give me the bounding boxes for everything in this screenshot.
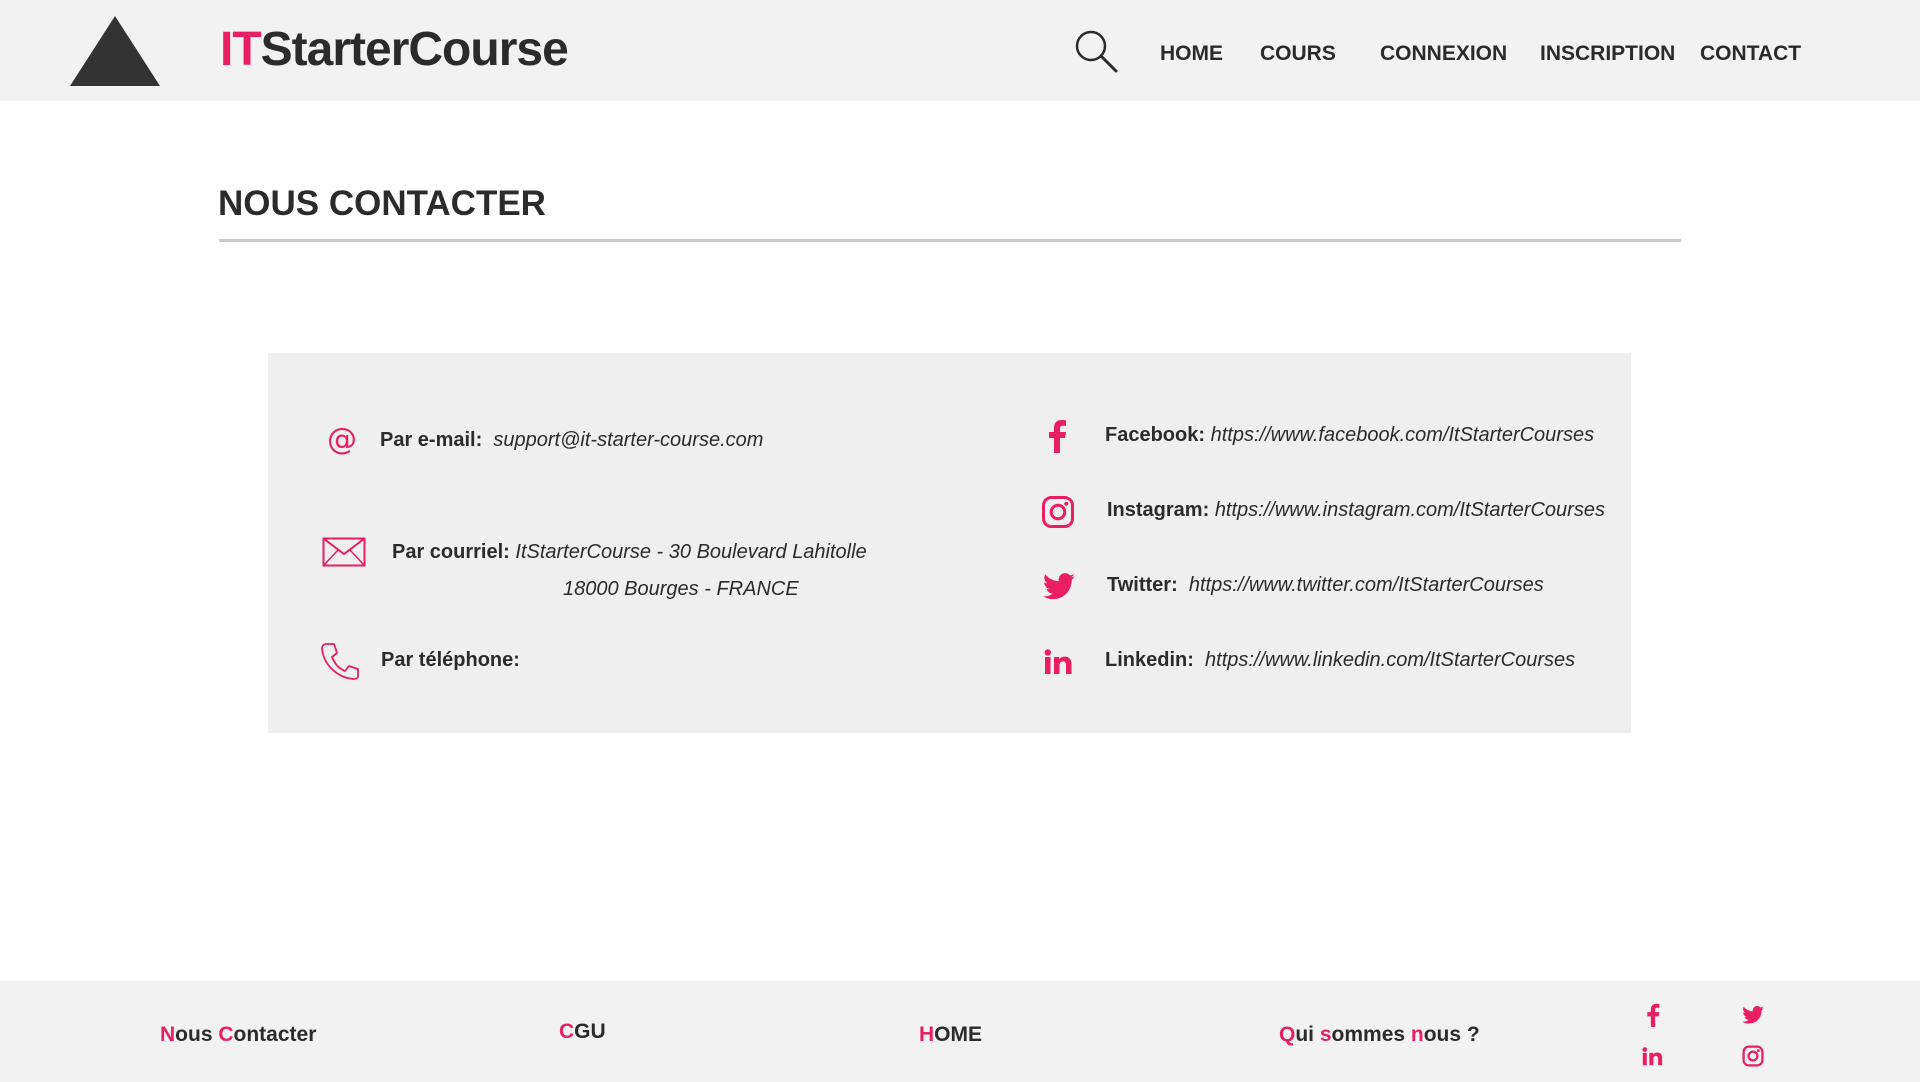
- site-header: ITStarterCourse HOME COURS CONNEXION INS…: [0, 0, 1920, 101]
- linkedin-link[interactable]: https://www.linkedin.com/ItStarterCourse…: [1205, 649, 1575, 671]
- site-footer: Nous Contacter CGU HOME Qui sommes nous …: [0, 981, 1920, 1082]
- footer-text: s: [1319, 1023, 1332, 1046]
- contact-mail-row: Par courriel: ItStarterCourse - 30 Boule…: [392, 541, 867, 564]
- at-icon: @: [327, 423, 357, 457]
- instagram-label: Instagram:: [1107, 499, 1210, 521]
- contact-twitter-row: Twitter: https://www.twitter.com/ItStart…: [1107, 574, 1544, 597]
- twitter-link[interactable]: https://www.twitter.com/ItStarterCourses: [1189, 574, 1544, 596]
- instagram-icon[interactable]: [1041, 495, 1075, 529]
- brand-prefix: IT: [220, 23, 262, 76]
- contact-mail-row-2: 18000 Bourges - FRANCE: [563, 578, 799, 601]
- footer-qui-sommes-nous-link[interactable]: Qui sommes nous ?: [1279, 1023, 1480, 1047]
- twitter-icon[interactable]: [1043, 573, 1075, 600]
- mail-address-line2: 18000 Bourges - FRANCE: [563, 578, 799, 600]
- email-value[interactable]: support@it-starter-course.com: [493, 429, 763, 451]
- page-title: NOUS CONTACTER: [218, 184, 546, 223]
- mail-address-line1: ItStarterCourse - 30 Boulevard Lahitolle: [515, 541, 867, 563]
- footer-facebook-icon[interactable]: [1645, 1003, 1661, 1027]
- contact-email-row: Par e-mail: support@it-starter-course.co…: [380, 429, 763, 452]
- footer-text: C: [559, 1020, 575, 1043]
- footer-home-link[interactable]: HOME: [919, 1023, 982, 1047]
- footer-text: ontacter: [233, 1023, 317, 1046]
- logo-triangle-icon[interactable]: [70, 16, 160, 86]
- email-label: Par e-mail:: [380, 429, 483, 451]
- contact-phone-row: Par téléphone:: [381, 649, 520, 672]
- footer-linkedin-icon[interactable]: [1642, 1047, 1664, 1066]
- twitter-label: Twitter:: [1107, 574, 1178, 596]
- brand-suffix: StarterCourse: [260, 23, 569, 76]
- search-icon[interactable]: [1073, 28, 1119, 74]
- instagram-link[interactable]: https://www.instagram.com/ItStarterCours…: [1215, 499, 1605, 521]
- nav-contact[interactable]: CONTACT: [1700, 42, 1801, 66]
- footer-twitter-icon[interactable]: [1742, 1006, 1764, 1024]
- contact-linkedin-row: Linkedin: https://www.linkedin.com/ItSta…: [1105, 649, 1575, 672]
- facebook-label: Facebook:: [1105, 424, 1206, 446]
- nav-cours[interactable]: COURS: [1260, 42, 1336, 66]
- nav-connexion[interactable]: CONNEXION: [1380, 42, 1507, 66]
- footer-text: GU: [574, 1020, 606, 1043]
- footer-text: C: [218, 1023, 234, 1046]
- footer-text: H: [919, 1023, 935, 1046]
- phone-label: Par téléphone:: [381, 649, 520, 671]
- footer-text: OME: [934, 1023, 983, 1046]
- phone-icon: [321, 643, 359, 680]
- footer-text: ous ?: [1423, 1023, 1480, 1046]
- contact-instagram-row: Instagram: https://www.instagram.com/ItS…: [1107, 499, 1605, 522]
- footer-text: n: [1410, 1023, 1424, 1046]
- footer-text: ommes: [1331, 1023, 1411, 1046]
- linkedin-label: Linkedin:: [1105, 649, 1194, 671]
- title-divider: [219, 239, 1681, 242]
- mail-label: Par courriel:: [392, 541, 510, 563]
- brand-logo[interactable]: ITStarterCourse: [220, 22, 569, 77]
- linkedin-icon[interactable]: [1044, 649, 1074, 675]
- facebook-link[interactable]: https://www.facebook.com/ItStarterCourse…: [1211, 424, 1595, 446]
- facebook-icon[interactable]: [1046, 419, 1068, 453]
- footer-text: ui: [1295, 1023, 1320, 1046]
- footer-text: N: [160, 1023, 176, 1046]
- footer-text: Q: [1279, 1023, 1296, 1046]
- contact-facebook-row: Facebook: https://www.facebook.com/ItSta…: [1105, 424, 1594, 447]
- svg-text:@: @: [327, 423, 357, 457]
- footer-cgu-link[interactable]: CGU: [559, 1020, 606, 1044]
- envelope-icon: [322, 537, 366, 567]
- footer-instagram-icon[interactable]: [1742, 1045, 1764, 1067]
- contact-panel: @ Par e-mail: support@it-starter-course.…: [268, 353, 1631, 733]
- footer-nous-contacter-link[interactable]: Nous Contacter: [160, 1023, 316, 1047]
- nav-home[interactable]: HOME: [1160, 42, 1223, 66]
- nav-inscription[interactable]: INSCRIPTION: [1540, 42, 1675, 66]
- footer-text: ous: [175, 1023, 219, 1046]
